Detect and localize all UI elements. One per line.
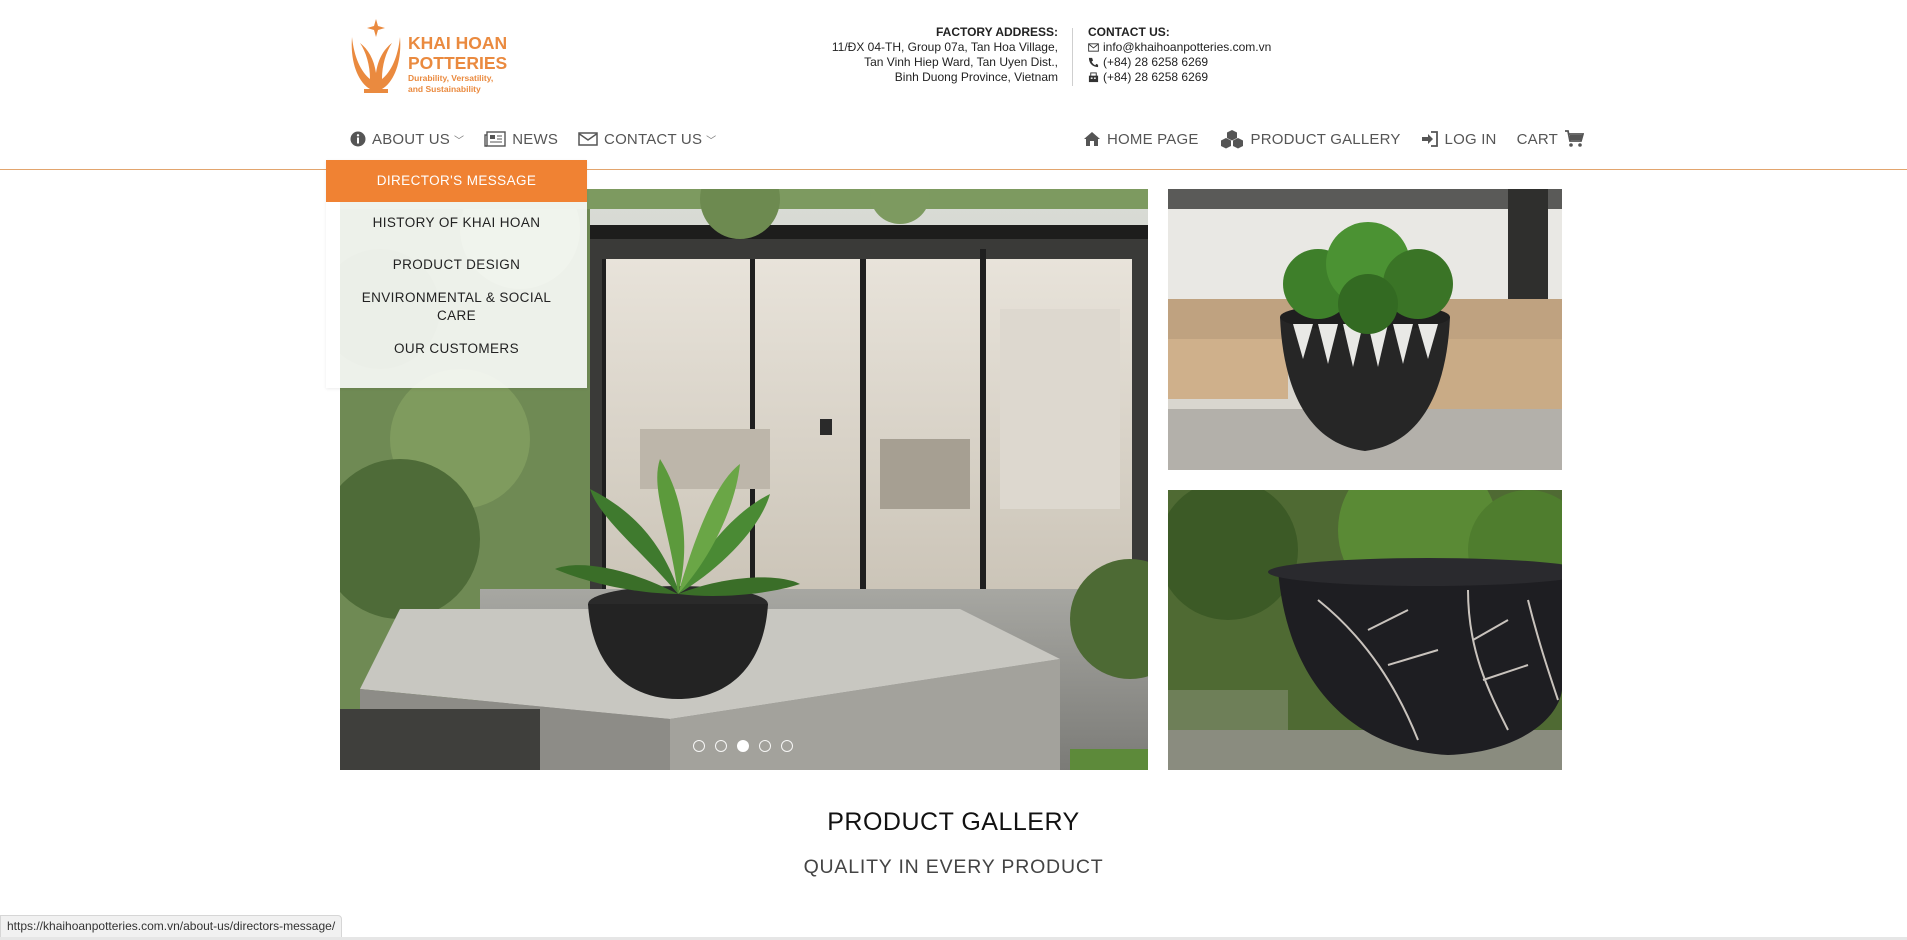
logo-tagline: Durability, Versatility, and Sustainabil… [408, 73, 518, 94]
nav-about-us[interactable]: ABOUT US ﹀ [350, 131, 464, 148]
product-gallery-heading: PRODUCT GALLERY [827, 808, 1080, 836]
shopping-cart-icon [1564, 130, 1584, 147]
phone-icon [1088, 57, 1099, 68]
nav-login-label: LOG IN [1444, 130, 1497, 148]
primary-nav: ABOUT US ﹀ NEWS CONTACT US ﹀ [350, 126, 736, 152]
contact-email[interactable]: info@khaihoanpotteries.com.vn [1103, 40, 1271, 55]
contact-heading: CONTACT US: [1088, 25, 1170, 39]
nav-home-page[interactable]: HOME PAGE [1083, 131, 1199, 148]
menu-item-environmental-social-care[interactable]: ENVIRONMENTAL & SOCIAL CARE [326, 286, 587, 328]
nav-product-gallery[interactable]: PRODUCT GALLERY [1219, 129, 1401, 149]
fax-icon [1088, 72, 1099, 83]
logo-mark-icon [351, 19, 401, 93]
chevron-down-icon: ﹀ [706, 135, 717, 147]
slider-dot[interactable] [759, 740, 771, 752]
newspaper-icon [484, 131, 506, 147]
product-gallery-subtitle: QUALITY IN EVERY PRODUCT [803, 856, 1104, 878]
branch-pot-image [1168, 490, 1562, 770]
site-logo[interactable]: KHAI HOAN POTTERIES Durability, Versatil… [346, 17, 507, 97]
sign-in-icon [1421, 131, 1438, 147]
nav-about-label: ABOUT US [372, 130, 451, 148]
about-us-dropdown: DIRECTOR'S MESSAGE HISTORY OF KHAI HOAN … [326, 160, 587, 388]
envelope-icon [578, 132, 598, 146]
feature-image-branch-pot[interactable] [1168, 490, 1562, 770]
menu-item-product-design[interactable]: PRODUCT DESIGN [326, 244, 587, 286]
nav-cart-label: CART [1516, 130, 1558, 148]
slider-dot[interactable] [781, 740, 793, 752]
factory-line1: 11/ĐX 04-TH, Group 07a, Tan Hoa Village, [831, 40, 1058, 54]
factory-heading: FACTORY ADDRESS: [935, 25, 1058, 39]
nav-log-in[interactable]: LOG IN [1421, 131, 1497, 148]
logo-title-line1: KHAI HOAN [408, 33, 508, 53]
contact-info: CONTACT US: info@khaihoanpotteries.com.v… [1088, 25, 1271, 85]
cubes-icon [1220, 130, 1243, 149]
info-icon [350, 131, 366, 147]
factory-address: FACTORY ADDRESS: 11/ĐX 04-TH, Group 07a,… [798, 25, 1058, 85]
logo-title-line2: POTTERIES [408, 53, 508, 73]
page: KHAI HOAN POTTERIES Durability, Versatil… [0, 0, 1907, 940]
slider-dot-active[interactable] [737, 740, 749, 752]
feature-image-leaf-pot[interactable] [1168, 189, 1562, 470]
menu-item-our-customers[interactable]: OUR CUSTOMERS [326, 328, 587, 370]
logo-title: KHAI HOAN POTTERIES [408, 33, 507, 73]
factory-line2: Tan Vinh Hiep Ward, Tan Uyen Dist., [864, 55, 1058, 69]
envelope-icon [1088, 43, 1099, 52]
secondary-nav: HOME PAGE PRODUCT GALLERY LOG IN CART [1083, 126, 1604, 152]
nav-contact-label: CONTACT US [604, 130, 703, 148]
nav-contact-us[interactable]: CONTACT US ﹀ [578, 131, 716, 148]
slider-dot[interactable] [715, 740, 727, 752]
chevron-down-icon: ﹀ [454, 135, 465, 147]
nav-cart[interactable]: CART [1517, 130, 1584, 148]
header-divider [1072, 28, 1073, 86]
menu-item-history[interactable]: HISTORY OF KHAI HOAN [326, 202, 587, 244]
nav-news-label: NEWS [512, 130, 559, 148]
nav-news[interactable]: NEWS [484, 131, 558, 148]
browser-status-url: https://khaihoanpotteries.com.vn/about-u… [0, 915, 343, 938]
contact-phone[interactable]: (+84) 28 6258 6269 [1103, 55, 1208, 70]
slider-dots [693, 740, 793, 752]
menu-item-directors-message[interactable]: DIRECTOR'S MESSAGE [326, 160, 587, 202]
slider-dot[interactable] [693, 740, 705, 752]
nav-home-label: HOME PAGE [1107, 130, 1199, 148]
leaf-pot-image [1168, 189, 1562, 470]
home-icon [1084, 132, 1100, 146]
nav-gallery-label: PRODUCT GALLERY [1250, 130, 1401, 148]
contact-fax[interactable]: (+84) 28 6258 6269 [1103, 70, 1208, 85]
logo-tagline-line2: and Sustainability [408, 83, 481, 94]
logo-tagline-line1: Durability, Versatility, [408, 73, 494, 83]
factory-line3: Binh Duong Province, Vietnam [894, 70, 1058, 84]
nav-underline [0, 169, 1907, 170]
